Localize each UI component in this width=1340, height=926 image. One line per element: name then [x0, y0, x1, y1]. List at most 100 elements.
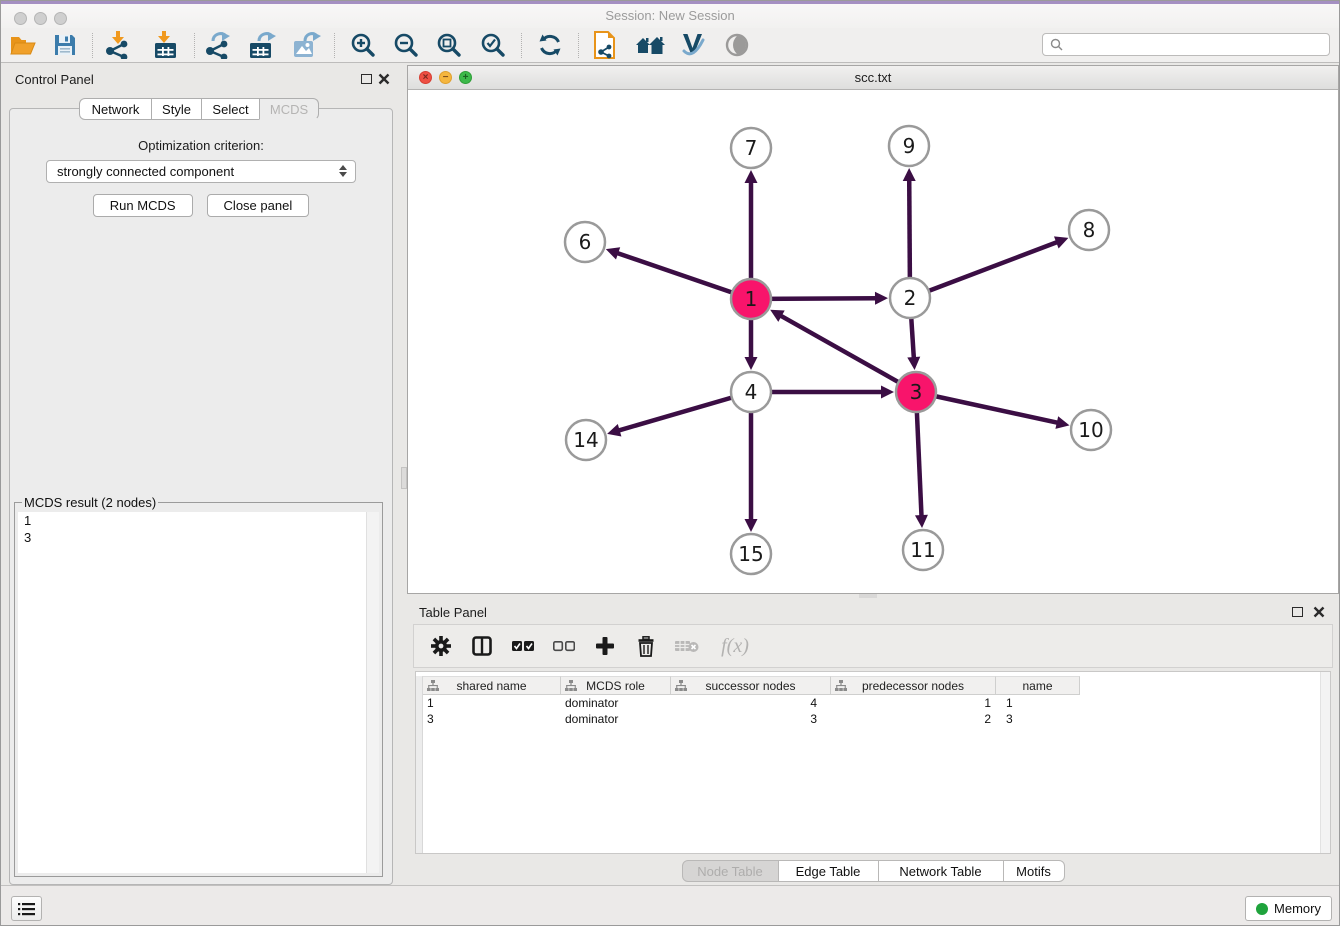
graph-edge-3-1[interactable] [779, 315, 916, 392]
column-header-shared-name[interactable]: shared name [423, 676, 561, 695]
float-panel-icon[interactable] [1292, 607, 1303, 617]
control-panel: Control Panel Network Style Select MCDS … [1, 63, 401, 887]
main-titlebar: Session: New Session [1, 4, 1339, 28]
graph-edge-2-8[interactable] [910, 241, 1059, 298]
import-network-button[interactable] [102, 30, 136, 60]
open-session-button[interactable] [6, 30, 40, 60]
graph-node-label: 7 [745, 136, 758, 160]
column-header-successor-nodes[interactable]: successor nodes [671, 676, 831, 695]
export-table-icon [249, 31, 277, 59]
table-scrollbar[interactable] [1320, 672, 1330, 853]
table-row[interactable]: 1 dominator 4 1 1 [423, 695, 1320, 711]
graph-edge-arrowhead [745, 519, 758, 532]
column-tree-icon [427, 680, 439, 691]
refresh-button[interactable] [533, 30, 567, 60]
toolbar-separator [92, 33, 93, 58]
column-tree-icon [835, 680, 847, 691]
tab-select[interactable]: Select [201, 98, 260, 120]
network-title: scc.txt [408, 66, 1338, 90]
import-network-icon [105, 31, 133, 59]
mcds-result-group: MCDS result (2 nodes) 1 3 [14, 495, 383, 877]
mcds-panel: Optimization criterion: strongly connect… [9, 108, 393, 885]
column-header-name[interactable]: name [996, 676, 1080, 695]
tab-edge-table[interactable]: Edge Table [778, 860, 879, 882]
split-columns-button[interactable] [469, 633, 495, 659]
checked-boxes-icon [512, 640, 534, 652]
memory-status-icon [1256, 903, 1268, 915]
search-icon [1050, 38, 1063, 51]
zoom-in-button[interactable] [346, 30, 380, 60]
graph-node-label: 8 [1083, 218, 1096, 242]
graph-edge-arrowhead [875, 292, 888, 305]
export-table-button[interactable] [246, 30, 280, 60]
zoom-in-icon [350, 32, 376, 58]
table-tabs: Node Table Edge Table Network Table Moti… [407, 859, 1339, 883]
delete-table-button[interactable] [674, 633, 700, 659]
list-icon [18, 902, 35, 916]
memory-button[interactable]: Memory [1245, 896, 1332, 921]
graph-node-label: 6 [579, 230, 592, 254]
vizmapper-icon [679, 32, 707, 58]
zoom-out-icon [393, 32, 419, 58]
export-image-button[interactable] [290, 30, 324, 60]
vizmapper-button[interactable] [676, 30, 710, 60]
column-settings-button[interactable] [428, 633, 454, 659]
graph-edge-3-10[interactable] [916, 392, 1060, 423]
delete-column-button[interactable] [633, 633, 659, 659]
optimization-criterion-label: Optimization criterion: [10, 138, 392, 153]
zoom-out-button[interactable] [389, 30, 423, 60]
network-window-titlebar[interactable]: × − + scc.txt [408, 66, 1338, 90]
result-scrollbar[interactable] [366, 512, 379, 873]
column-header-mcds-role[interactable]: MCDS role [561, 676, 671, 695]
graph-edge-arrowhead [907, 357, 920, 370]
cell-name: 1 [996, 695, 1080, 711]
table-row[interactable]: 3 dominator 3 2 3 [423, 711, 1320, 727]
mcds-result-list[interactable]: 1 3 [18, 512, 379, 873]
graph-node-label: 2 [904, 286, 917, 310]
tab-network-table[interactable]: Network Table [878, 860, 1004, 882]
table-header-row: shared name MCDS role successor nodes pr… [423, 676, 1080, 695]
function-builder-button[interactable]: f(x) [715, 633, 755, 659]
control-panel-header: Control Panel [1, 63, 401, 95]
task-history-button[interactable] [11, 896, 42, 921]
select-all-columns-button[interactable] [510, 633, 536, 659]
zoom-selected-button[interactable] [476, 30, 510, 60]
tab-mcds[interactable]: MCDS [259, 98, 319, 120]
graph-edge-arrowhead [915, 515, 928, 528]
graph-node-label: 10 [1078, 418, 1103, 442]
search-input[interactable] [1063, 34, 1329, 55]
save-session-button[interactable] [48, 30, 82, 60]
column-header-predecessor-nodes[interactable]: predecessor nodes [831, 676, 996, 695]
network-canvas[interactable]: 7968124314101511 [408, 91, 1340, 594]
graph-edge-arrowhead [606, 247, 620, 259]
tab-network[interactable]: Network [79, 98, 152, 120]
home-layout-button[interactable] [633, 30, 667, 60]
graph-node-label: 4 [745, 380, 758, 404]
result-node: 3 [18, 529, 379, 546]
tab-motifs[interactable]: Motifs [1003, 860, 1065, 882]
run-mcds-button[interactable]: Run MCDS [93, 194, 193, 217]
search-field[interactable] [1042, 33, 1330, 56]
tab-node-table[interactable]: Node Table [682, 860, 779, 882]
graph-edge-1-6[interactable] [615, 252, 751, 299]
network-from-file-button[interactable] [588, 30, 622, 60]
tab-style[interactable]: Style [151, 98, 202, 120]
add-column-button[interactable] [592, 633, 618, 659]
export-network-button[interactable] [202, 30, 236, 60]
zoom-fit-button[interactable] [432, 30, 466, 60]
graph-node-label: 15 [738, 542, 763, 566]
refresh-icon [537, 32, 563, 58]
close-panel-icon[interactable] [378, 73, 390, 85]
close-panel-button[interactable]: Close panel [207, 194, 310, 217]
graph-edge-arrowhead [607, 424, 621, 436]
toolbar-separator [578, 33, 579, 58]
graph-node-label: 9 [903, 134, 916, 158]
float-panel-icon[interactable] [361, 74, 372, 84]
close-panel-icon[interactable] [1313, 606, 1325, 618]
hide-panels-button[interactable] [720, 30, 754, 60]
import-table-button[interactable] [149, 30, 183, 60]
result-node: 1 [18, 512, 379, 529]
optimization-criterion-select[interactable]: strongly connected component [46, 160, 356, 183]
zoom-fit-icon [436, 32, 462, 58]
deselect-all-columns-button[interactable] [551, 633, 577, 659]
